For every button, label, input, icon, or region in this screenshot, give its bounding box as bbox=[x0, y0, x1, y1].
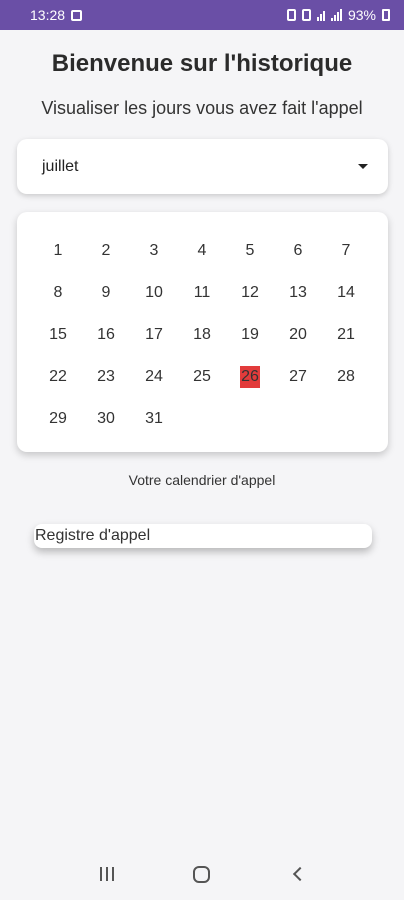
status-left: 13:28 bbox=[30, 7, 83, 23]
calendar-day[interactable]: 1 bbox=[34, 234, 82, 276]
calendar-day-label: 5 bbox=[245, 242, 255, 259]
calendar-day[interactable]: 31 bbox=[130, 402, 178, 444]
calendar-day[interactable]: 19 bbox=[226, 318, 274, 360]
recent-apps-icon bbox=[100, 867, 115, 881]
back-icon bbox=[292, 866, 307, 882]
calendar-day-label: 14 bbox=[337, 284, 355, 301]
calendar-day[interactable]: 6 bbox=[274, 234, 322, 276]
calendar-day[interactable]: 8 bbox=[34, 276, 82, 318]
calendar-day[interactable]: 24 bbox=[130, 360, 178, 402]
calendar-day-label: 4 bbox=[197, 242, 207, 259]
signal-icon bbox=[330, 9, 342, 21]
calendar-day-label: 11 bbox=[193, 284, 211, 301]
calendar-day-label: 28 bbox=[337, 368, 355, 385]
calendar-day[interactable]: 15 bbox=[34, 318, 82, 360]
calendar-day[interactable]: 26 bbox=[226, 360, 274, 402]
calendar-day[interactable]: 18 bbox=[178, 318, 226, 360]
month-dropdown-value: juillet bbox=[42, 157, 79, 175]
calendar-day[interactable]: 13 bbox=[274, 276, 322, 318]
page-title: Bienvenue sur l'historique bbox=[51, 50, 353, 77]
calendar-day-label: 10 bbox=[145, 284, 163, 301]
calendar-day-label: 27 bbox=[289, 368, 307, 385]
alarm-icon bbox=[301, 9, 311, 21]
calendar-day[interactable]: 3 bbox=[130, 234, 178, 276]
caret-down-icon bbox=[358, 164, 368, 169]
gallery-notification-icon bbox=[71, 9, 83, 21]
calendar-day-label: 18 bbox=[193, 326, 211, 343]
calendar-day[interactable]: 29 bbox=[34, 402, 82, 444]
calendar-day[interactable]: 28 bbox=[322, 360, 370, 402]
status-time: 13:28 bbox=[30, 7, 66, 23]
calendar-day[interactable]: 5 bbox=[226, 234, 274, 276]
calendar-day-label: 29 bbox=[49, 410, 67, 427]
navigation-bar bbox=[0, 848, 404, 900]
calendar-day-label: 24 bbox=[145, 368, 163, 385]
calendar-day-label: 20 bbox=[289, 326, 307, 343]
calendar-day[interactable]: 9 bbox=[82, 276, 130, 318]
calendar-day[interactable]: 14 bbox=[322, 276, 370, 318]
calendar-day-label: 9 bbox=[101, 284, 111, 301]
calendar-caption: Votre calendrier d'appel bbox=[128, 472, 276, 488]
registre-button[interactable]: Registre d'appel bbox=[34, 524, 372, 548]
calendar-day[interactable]: 27 bbox=[274, 360, 322, 402]
calendar-day-label: 22 bbox=[49, 368, 67, 385]
battery-percent: 93% bbox=[347, 7, 376, 23]
calendar-day-label: 16 bbox=[97, 326, 115, 343]
calendar-day-label: 8 bbox=[53, 284, 63, 301]
calendar-day[interactable]: 20 bbox=[274, 318, 322, 360]
calendar-day-label: 19 bbox=[241, 326, 259, 343]
home-button[interactable] bbox=[182, 854, 222, 894]
calendar-day[interactable]: 2 bbox=[82, 234, 130, 276]
calendar-day[interactable]: 10 bbox=[130, 276, 178, 318]
calendar-grid: 1 2 3 4 5 6 7 8 9 10 11 12 13 14 15 16 17 18 19 20 21 22 23 24 2… bbox=[34, 234, 374, 444]
month-dropdown[interactable]: juillet bbox=[17, 139, 388, 194]
calendar-day[interactable]: 16 bbox=[82, 318, 130, 360]
calendar-day-label: 21 bbox=[337, 326, 355, 343]
calendar-day[interactable]: 25 bbox=[178, 360, 226, 402]
home-icon bbox=[193, 865, 211, 883]
calendar-day-label: 30 bbox=[97, 410, 115, 427]
calendar-day-label: 17 bbox=[145, 326, 163, 343]
calendar-day[interactable]: 30 bbox=[82, 402, 130, 444]
status-bar: 13:28 93% bbox=[0, 0, 404, 30]
calendar-day[interactable]: 22 bbox=[34, 360, 82, 402]
back-button[interactable] bbox=[277, 854, 317, 894]
calendar-day-label: 13 bbox=[289, 284, 307, 301]
status-right: 93% bbox=[286, 7, 390, 23]
calendar-day-label: 1 bbox=[53, 242, 63, 259]
calendar-day-label: 2 bbox=[101, 242, 111, 259]
wifi-icon bbox=[316, 9, 325, 21]
calendar-day-label: 15 bbox=[49, 326, 67, 343]
calendar-day[interactable]: 23 bbox=[82, 360, 130, 402]
calendar-day[interactable]: 21 bbox=[322, 318, 370, 360]
calendar-card: 1 2 3 4 5 6 7 8 9 10 11 12 13 14 15 16 17 18 19 20 21 22 23 24 2… bbox=[17, 212, 388, 452]
calendar-day[interactable]: 17 bbox=[130, 318, 178, 360]
battery-icon bbox=[382, 9, 390, 21]
calendar-day-label: 26 bbox=[240, 366, 260, 388]
calendar-day-label: 12 bbox=[241, 284, 259, 301]
calendar-day-label: 31 bbox=[145, 410, 163, 427]
calendar-day[interactable]: 11 bbox=[178, 276, 226, 318]
calendar-day[interactable]: 7 bbox=[322, 234, 370, 276]
recent-apps-button[interactable] bbox=[87, 854, 127, 894]
calendar-day-label: 25 bbox=[193, 368, 211, 385]
page-subtitle: Visualiser les jours vous avez fait l'ap… bbox=[41, 98, 363, 118]
calendar-day-label: 6 bbox=[293, 242, 303, 259]
calendar-day[interactable]: 12 bbox=[226, 276, 274, 318]
calendar-day[interactable]: 4 bbox=[178, 234, 226, 276]
lock-icon bbox=[286, 9, 296, 21]
calendar-day-label: 23 bbox=[97, 368, 115, 385]
calendar-day-label: 7 bbox=[341, 242, 351, 259]
calendar-day-label: 3 bbox=[149, 242, 159, 259]
